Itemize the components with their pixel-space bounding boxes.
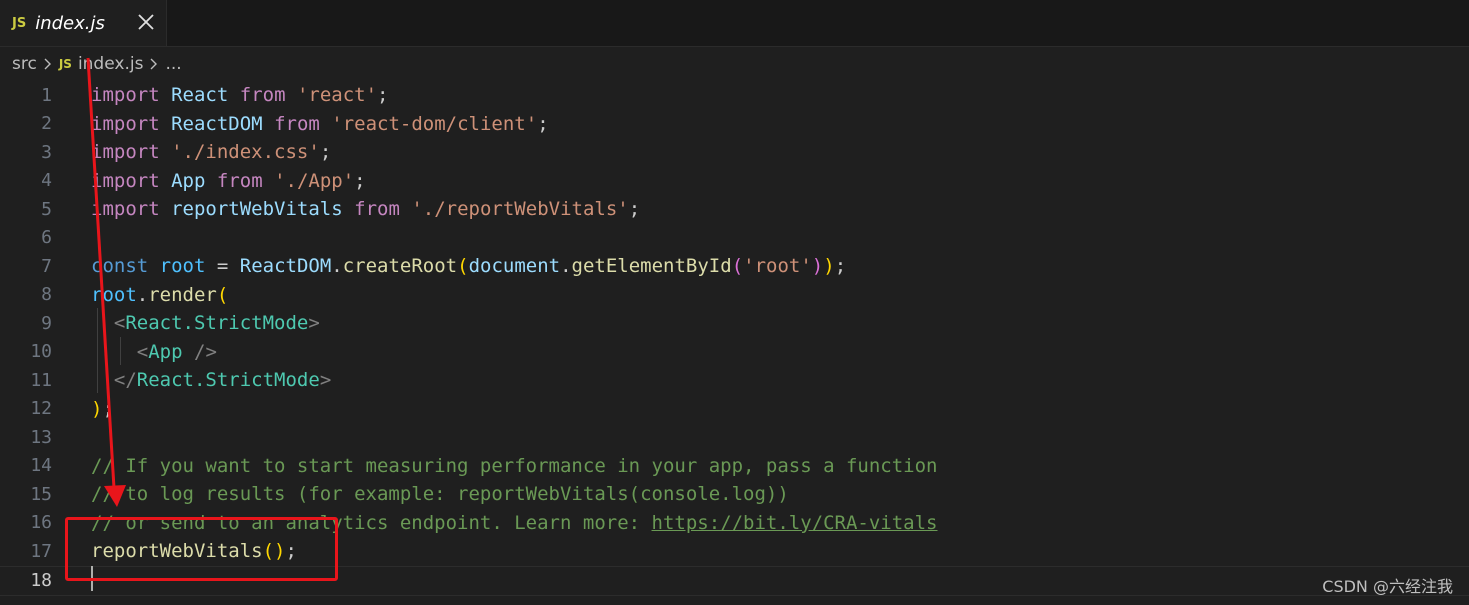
annotation-arrow-icon [86,57,126,507]
watermark: CSDN @六经注我 [1322,577,1453,596]
